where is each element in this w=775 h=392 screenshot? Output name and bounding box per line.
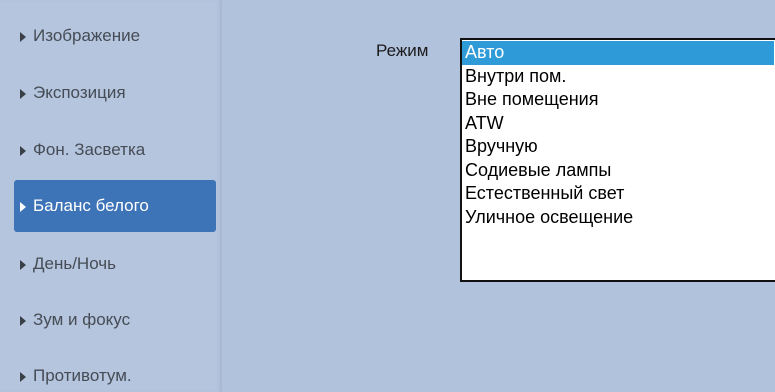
mode-option-street-lighting[interactable]: Уличное освещение <box>462 206 775 230</box>
sidebar-item-label: Противотум. <box>33 366 132 385</box>
mode-option-outdoor[interactable]: Вне помещения <box>462 88 775 112</box>
mode-option-indoor[interactable]: Внутри пом. <box>462 65 775 89</box>
sidebar-item-day-night[interactable]: День/Ночь <box>14 238 216 290</box>
mode-label: Режим <box>376 41 429 60</box>
caret-right-icon <box>20 259 26 270</box>
sidebar: Изображение Экспозиция Фон. Засветка Бал… <box>0 0 222 392</box>
sidebar-item-backlight[interactable]: Фон. Засветка <box>14 124 216 176</box>
sidebar-item-label: Экспозиция <box>33 83 126 102</box>
mode-option-auto[interactable]: Авто <box>462 41 774 65</box>
camera-settings-page: Изображение Экспозиция Фон. Засветка Бал… <box>0 0 775 392</box>
mode-dropdown-list[interactable]: Авто Внутри пом. Вне помещения ATW Вручн… <box>460 38 775 282</box>
sidebar-item-white-balance[interactable]: Баланс белого <box>14 180 216 232</box>
caret-right-icon <box>20 145 26 156</box>
mode-option-manual[interactable]: Вручную <box>462 135 775 159</box>
caret-right-icon <box>20 88 26 99</box>
sidebar-item-label: Баланс белого <box>33 196 149 215</box>
mode-option-atw[interactable]: ATW <box>462 112 775 136</box>
sidebar-item-label: Фон. Засветка <box>33 140 146 159</box>
caret-right-icon <box>20 371 26 382</box>
sidebar-item-label: Зум и фокус <box>33 310 131 329</box>
caret-right-icon <box>20 31 26 42</box>
caret-right-icon <box>20 315 26 326</box>
caret-right-icon <box>20 201 26 212</box>
sidebar-item-image[interactable]: Изображение <box>14 10 216 62</box>
sidebar-item-defog[interactable]: Противотум. <box>14 350 216 392</box>
sidebar-item-label: Изображение <box>33 26 141 45</box>
sidebar-item-exposure[interactable]: Экспозиция <box>14 67 216 119</box>
sidebar-item-label: День/Ночь <box>33 254 117 273</box>
sidebar-item-zoom-focus[interactable]: Зум и фокус <box>14 294 216 346</box>
mode-option-sodium-lamps[interactable]: Содиевые лампы <box>462 159 775 183</box>
mode-option-natural-light[interactable]: Естественный свет <box>462 182 775 206</box>
